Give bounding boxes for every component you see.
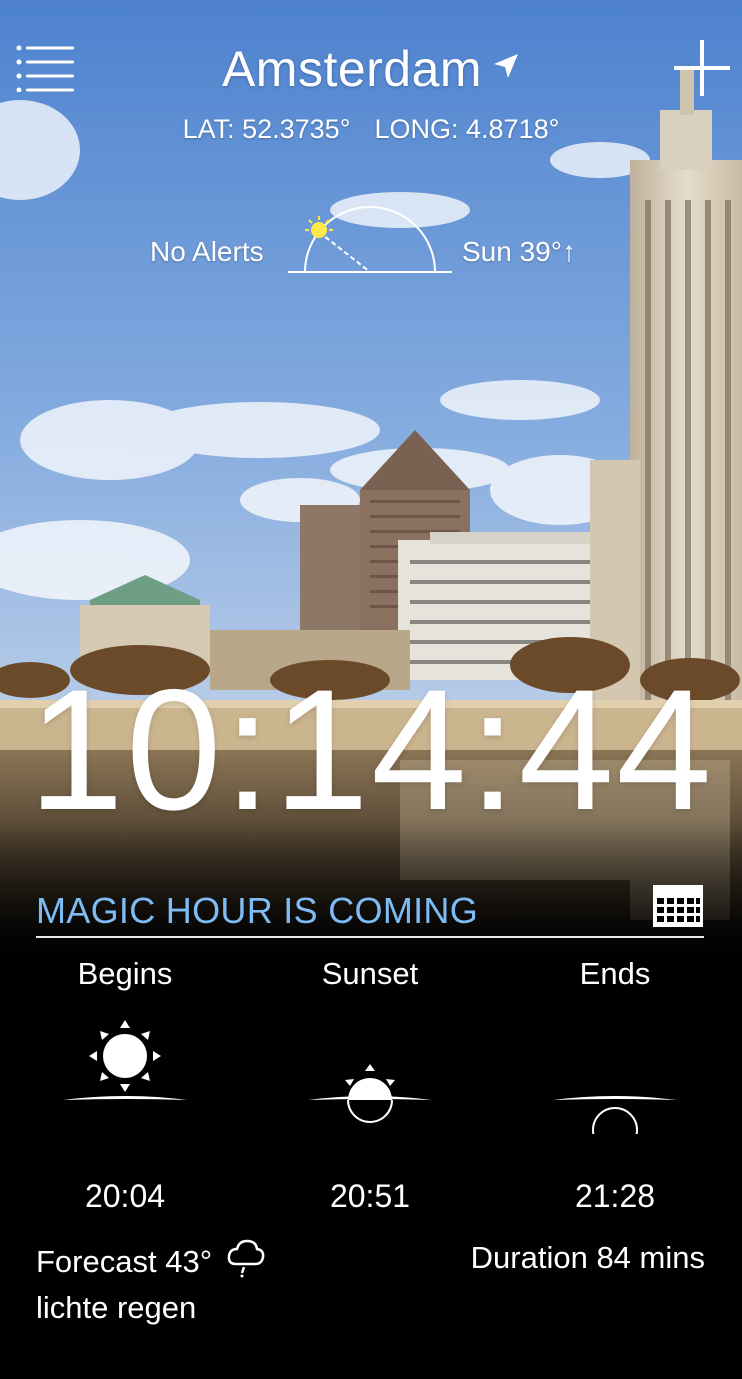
sunset-label: Sunset (321, 956, 419, 991)
magic-hour-duration: Duration 84 mins (470, 1240, 705, 1275)
magic-hour-divider (36, 936, 704, 938)
forecast-condition: lichte regen (36, 1290, 197, 1325)
sun-elevation: Sun 39°↑ (462, 236, 576, 267)
coordinates: LAT: 52.3735° LONG: 4.8718° (0, 114, 742, 145)
city-title[interactable]: Amsterdam (0, 40, 742, 98)
ends-label: Ends (579, 956, 651, 991)
begins-time: 20:04 (84, 1178, 166, 1214)
current-time-clock: 10:14:44 (28, 654, 714, 846)
magic-hour-ends: Ends 21:28 (495, 954, 735, 1214)
sun-position-arc-icon (288, 206, 452, 273)
magic-hour-sunset: Sunset 20:51 (250, 954, 490, 1214)
alerts-status[interactable]: No Alerts (150, 236, 264, 268)
magic-hour-title: MAGIC HOUR IS COMING (36, 890, 479, 931)
latitude-label: LAT: 52.3735° (182, 114, 351, 144)
app-screen: Amsterdam LAT: 52.3735° LONG: 4.8718° No … (0, 0, 742, 1379)
sunset-time: 20:51 (329, 1178, 411, 1214)
sun-on-horizon-icon (308, 1064, 432, 1123)
begins-label: Begins (77, 956, 173, 991)
forecast-summary: Forecast 43° (36, 1238, 266, 1282)
magic-hour-begins: Begins 20:04 (5, 954, 245, 1214)
sun-below-horizon-icon (553, 1096, 677, 1134)
longitude-label: LONG: 4.8718° (374, 114, 560, 144)
forecast-temperature: Forecast 43° (36, 1244, 213, 1279)
calendar-icon[interactable] (652, 884, 704, 928)
city-name: Amsterdam (221, 41, 483, 97)
ends-time: 21:28 (574, 1178, 656, 1214)
location-arrow-icon (494, 54, 519, 78)
sun-above-horizon-icon (63, 1020, 187, 1100)
light-rain-icon (227, 1239, 265, 1278)
